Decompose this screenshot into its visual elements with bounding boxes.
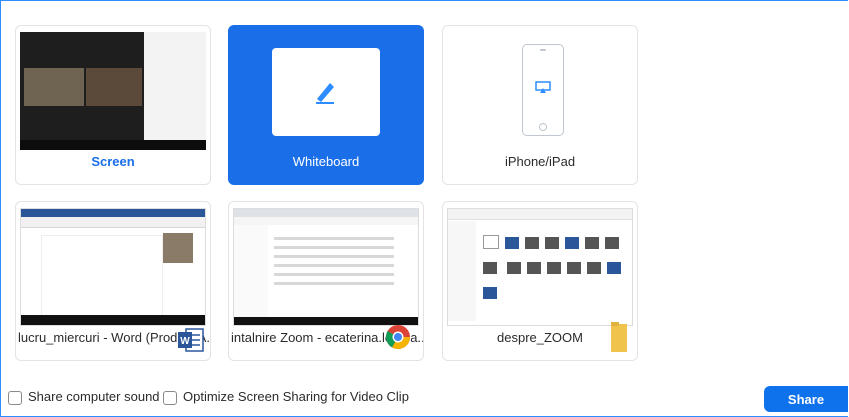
tile-label: Screen (91, 154, 135, 169)
video-thumbnail-1 (24, 68, 84, 106)
tile-folder-window[interactable]: despre_ZOOM (442, 201, 638, 361)
tile-word-window[interactable]: lucru_miercuri - Word (Product A... W (15, 201, 211, 361)
folder-icon (611, 322, 627, 352)
pen-icon (316, 83, 334, 104)
phone-icon (522, 44, 564, 136)
tile-screen[interactable]: Screen (15, 25, 211, 185)
svg-text:W: W (180, 336, 190, 347)
tile-chrome-window[interactable]: intalnire Zoom - ecaterina.lomba... (228, 201, 424, 361)
browser-thumbnail (233, 208, 419, 326)
tile-label: Whiteboard (292, 154, 360, 169)
word-thumbnail (20, 208, 206, 326)
optimize-video-checkbox[interactable] (163, 391, 177, 405)
tile-label: iPhone/iPad (504, 154, 576, 169)
whiteboard-preview (272, 48, 380, 136)
video-thumbnail-2 (86, 68, 142, 106)
share-sound-checkbox[interactable] (8, 391, 22, 405)
screen-thumbnail (20, 32, 206, 150)
airplay-icon (535, 81, 551, 93)
share-button[interactable]: Share (764, 386, 848, 412)
chrome-icon (385, 325, 410, 350)
optimize-video-label[interactable]: Optimize Screen Sharing for Video Clip (183, 389, 409, 404)
tile-iphone-ipad[interactable]: iPhone/iPad (442, 25, 638, 185)
tile-whiteboard[interactable]: Whiteboard (228, 25, 424, 185)
share-options: Share computer sound Optimize Screen Sha… (0, 383, 849, 413)
tile-label: despre_ZOOM (497, 330, 583, 345)
participants-panel (144, 32, 206, 142)
word-icon: W (178, 328, 204, 352)
explorer-thumbnail (447, 208, 633, 326)
share-sound-label[interactable]: Share computer sound (28, 389, 160, 404)
